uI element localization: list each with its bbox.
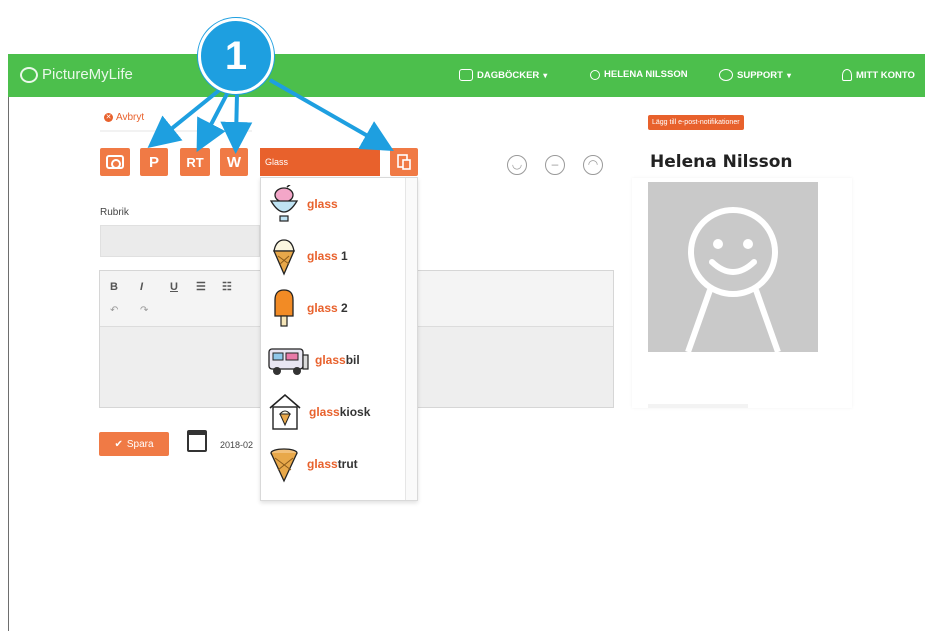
symbol-search-button[interactable] [390,148,418,176]
result-rest: bil [345,353,360,367]
result-match: glass [315,353,346,367]
rt-label: RT [186,154,204,170]
result-item-glassbil[interactable]: glassbil [267,336,407,384]
sad-mood-icon[interactable]: ◠ [583,155,603,175]
symbol-icon [397,154,411,170]
undo-button[interactable]: ↶ [110,305,118,316]
nav-support-label: SUPPORT [737,69,783,81]
pictogram-p-button[interactable]: P [140,148,168,176]
diary-icon [459,69,473,81]
brand-name: PictureMyLife [42,66,133,83]
redo-button[interactable]: ↷ [140,305,148,316]
italic-button[interactable]: I [140,281,143,293]
result-rest: trut [337,457,358,471]
ice-cream-cone-icon [273,239,295,276]
avatar[interactable] [648,182,818,354]
nav-account-link[interactable]: MITT KONTO [842,69,915,81]
cancel-label: Avbryt [116,112,145,123]
support-icon [719,69,733,81]
numbered-list-button[interactable]: ☷ [222,280,232,293]
bold-button[interactable]: B [110,281,118,293]
user-circle-icon [590,69,600,80]
result-rest: 1 [337,249,348,263]
camera-button[interactable] [100,148,130,176]
result-item-glass-1[interactable]: glass 1 [267,232,407,280]
brand-logo-icon [20,66,38,83]
profile-name: Helena Nilsson [650,152,793,172]
ice-lolly-icon [274,289,294,327]
neutral-mood-icon[interactable]: ‒ [545,155,565,175]
rubrik-label: Rubrik [100,207,129,218]
save-label: Spara [126,438,154,450]
brand-link[interactable]: PictureMyLife [20,66,133,83]
calendar-icon[interactable] [187,430,207,452]
top-navbar: PictureMyLife DAGBÖCKER ▾ HELENA NILSSON… [8,54,925,97]
result-rest: kiosk [339,405,371,419]
nav-account-label: MITT KONTO [856,69,915,81]
nav-user-label: HELENA NILSSON [604,69,688,80]
w-label: W [226,153,242,171]
avatar-caption [648,404,748,408]
happy-mood-icon[interactable]: ◡ [507,155,527,175]
default-avatar-icon [685,207,781,354]
result-match: glass [307,457,338,471]
nav-support-menu[interactable]: SUPPORT ▾ [719,69,791,81]
waffle-cone-icon [270,448,298,483]
widgit-w-button[interactable]: W [220,148,248,176]
add-email-notifications-button[interactable]: Lägg till e-post-notifikationer [648,115,744,130]
ice-cream-cup-icon [269,185,299,222]
check-icon: ✔ [114,438,123,450]
p-label: P [148,153,159,171]
result-item-glass-2[interactable]: glass 2 [267,284,407,332]
result-match: glass [309,405,340,419]
save-button[interactable]: ✔ Spara [99,432,169,456]
result-match: glass [307,197,338,211]
symbol-results-dropdown: glass glass 1 glass 2 glassbil glasskios… [260,177,418,501]
camera-icon [106,155,124,169]
ice-cream-truck-icon [268,348,309,375]
result-match: glass [307,301,338,315]
date-value: 2018-02 [220,440,254,450]
pictogram-rt-button[interactable]: RT [180,148,210,176]
result-rest: 2 [337,301,348,315]
symbol-search-input[interactable] [260,148,380,176]
nav-user-link[interactable]: HELENA NILSSON [590,69,688,80]
account-icon [842,69,852,81]
step-callout-badge: 1 [198,18,274,94]
result-match: glass [307,249,338,263]
result-item-glass[interactable]: glass [267,180,407,228]
cancel-link[interactable]: ✕ Avbryt [104,112,144,123]
chevron-down-icon: ▾ [543,70,548,80]
result-item-glasstrut[interactable]: glasstrut [267,440,407,488]
chevron-down-icon: ▾ [786,70,791,80]
divider [100,130,252,132]
title-input[interactable] [100,225,260,257]
ice-cream-kiosk-icon [269,393,301,430]
bullet-list-button[interactable]: ☰ [196,280,206,293]
underline-button[interactable]: U [170,281,178,293]
result-item-glasskiosk[interactable]: glasskiosk [267,388,407,436]
nav-diaries-label: DAGBÖCKER [477,69,540,81]
close-icon: ✕ [104,113,113,122]
nav-diaries-menu[interactable]: DAGBÖCKER ▾ [459,69,547,81]
